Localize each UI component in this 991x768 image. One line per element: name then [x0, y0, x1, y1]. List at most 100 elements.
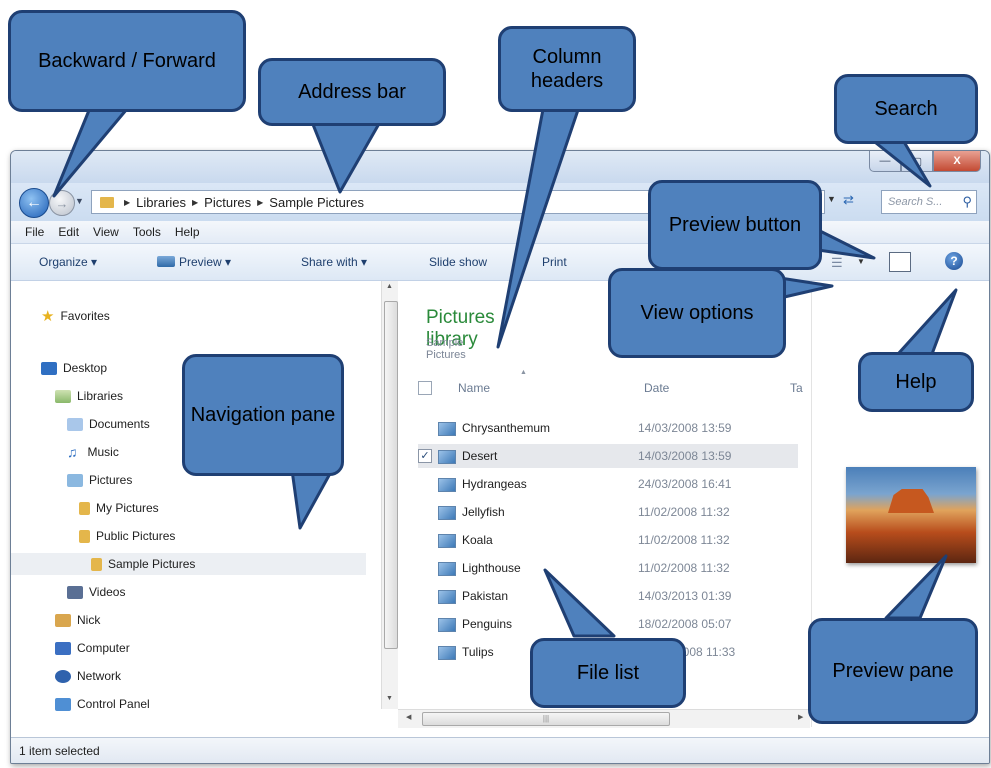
menu-edit[interactable]: Edit — [58, 225, 79, 239]
file-row[interactable]: Koala 11/02/2008 11:32 — [418, 528, 798, 552]
nav-label: Favorites — [60, 309, 110, 323]
breadcrumb-label: Pictures — [204, 194, 252, 210]
help-icon[interactable]: ? — [945, 252, 963, 270]
nav-favorites[interactable]: ★ Favorites — [41, 305, 110, 327]
menu-help[interactable]: Help — [175, 225, 200, 239]
breadcrumb-separator[interactable]: ▶ — [251, 198, 269, 207]
file-name: Pakistan — [462, 589, 509, 603]
search-input[interactable]: Search S... — [882, 196, 962, 208]
breadcrumb-separator[interactable]: ▶ — [122, 198, 136, 207]
breadcrumb-libraries[interactable]: Libraries — [136, 195, 186, 210]
nav-desktop[interactable]: Desktop — [41, 357, 107, 379]
file-list-horizontal-scrollbar[interactable]: ◀ ||| ▶ — [398, 709, 810, 728]
column-header-date[interactable]: Date — [644, 377, 669, 399]
refresh-icon[interactable]: ⇄ — [843, 192, 854, 208]
search-icon[interactable]: ⚲ — [962, 194, 976, 210]
nav-control-panel[interactable]: Control Panel — [55, 693, 150, 715]
recent-pages-dropdown[interactable]: ▼ — [75, 196, 84, 206]
preview-dropdown-button[interactable]: Preview ▾ — [157, 255, 231, 269]
scroll-left-icon[interactable]: ◀ — [406, 713, 411, 721]
breadcrumb-separator[interactable]: ▶ — [186, 198, 204, 207]
chevron-right-icon: ▶ — [192, 197, 199, 207]
nav-nick[interactable]: Nick — [55, 609, 100, 631]
close-button[interactable]: X — [933, 151, 981, 172]
image-file-icon — [438, 506, 456, 520]
pictures-icon — [67, 473, 83, 487]
status-bar: 1 item selected — [11, 737, 989, 763]
file-name: Jellyfish — [462, 505, 505, 519]
nav-label: Documents — [89, 417, 150, 431]
nav-public-pictures[interactable]: Public Pictures — [79, 525, 175, 547]
nav-label: Pictures — [89, 473, 133, 487]
documents-icon — [67, 417, 83, 431]
share-with-button[interactable]: Share with ▾ — [301, 255, 367, 269]
menu-tools[interactable]: Tools — [133, 225, 161, 239]
file-row[interactable]: Pakistan 14/03/2013 01:39 — [418, 584, 798, 608]
column-header-tags[interactable]: Ta — [790, 377, 803, 399]
callout-navigation-pane: Navigation pane — [182, 354, 344, 476]
view-options-icon[interactable]: ☰ — [831, 255, 843, 271]
row-checkbox[interactable]: ✓ — [418, 449, 432, 463]
music-note-icon: ♫ — [67, 444, 78, 460]
file-name: Koala — [462, 533, 493, 547]
nav-libraries[interactable]: Libraries — [55, 385, 123, 407]
file-row[interactable]: Jellyfish 11/02/2008 11:32 — [418, 500, 798, 524]
nav-label: Public Pictures — [96, 529, 176, 543]
view-options-dropdown[interactable]: ▼ — [857, 257, 865, 266]
breadcrumb-sample-pictures[interactable]: Sample Pictures — [269, 195, 364, 210]
caption-buttons: — ▢ X — [869, 151, 981, 173]
nav-my-pictures[interactable]: My Pictures — [79, 497, 159, 519]
search-box[interactable]: Search S... ⚲ — [881, 190, 977, 214]
scrollbar-thumb[interactable]: ||| — [422, 712, 670, 726]
preview-label: Preview ▾ — [179, 255, 232, 269]
nav-documents[interactable]: Documents — [67, 413, 150, 435]
user-icon — [55, 613, 71, 627]
scroll-right-icon[interactable]: ▶ — [798, 713, 803, 721]
nav-music[interactable]: ♫ Music — [67, 441, 119, 463]
callout-preview-button: Preview button — [648, 180, 822, 270]
scroll-down-icon[interactable]: ▼ — [386, 695, 393, 702]
file-row[interactable]: ✓ Desert 14/03/2008 13:59 — [418, 444, 798, 468]
nav-pictures[interactable]: Pictures — [67, 469, 132, 491]
image-file-icon — [438, 618, 456, 632]
breadcrumb-pictures[interactable]: Pictures — [204, 195, 251, 210]
organize-button[interactable]: Organize ▾ — [39, 255, 97, 269]
file-row[interactable]: Chrysanthemum 14/03/2008 13:59 — [418, 416, 798, 440]
file-row[interactable]: Lighthouse 11/02/2008 11:32 — [418, 556, 798, 580]
callout-preview-pane: Preview pane — [808, 618, 978, 724]
picture-icon — [157, 256, 175, 267]
nav-videos[interactable]: Videos — [67, 581, 125, 603]
chevron-right-icon: ▶ — [124, 197, 131, 207]
nav-pane-scrollbar[interactable]: ▲ ▼ — [381, 281, 398, 709]
preview-pane-button[interactable] — [889, 252, 911, 272]
image-file-icon — [438, 590, 456, 604]
file-date: 11/02/2008 11:32 — [638, 561, 730, 575]
file-name: Tulips — [462, 645, 494, 659]
nav-sample-pictures[interactable]: Sample Pictures — [11, 553, 366, 575]
nav-network[interactable]: Network — [55, 665, 121, 687]
scrollbar-thumb[interactable] — [384, 301, 398, 649]
forward-button[interactable]: → — [49, 190, 75, 216]
file-row[interactable]: Penguins 18/02/2008 05:07 — [418, 612, 798, 636]
file-name: Hydrangeas — [462, 477, 527, 491]
select-all-checkbox[interactable] — [418, 381, 432, 395]
column-header-name[interactable]: Name — [458, 377, 490, 399]
computer-icon — [55, 641, 71, 655]
address-dropdown-button[interactable]: ▼ — [827, 194, 836, 204]
file-date: 11/02/2008 11:32 — [638, 505, 730, 519]
file-date: 11/02/2008 11:32 — [638, 533, 730, 547]
navigation-bar: ← → ▼ ▶ Libraries ▶ Pictures ▶ Sample Pi… — [11, 183, 989, 221]
folder-icon — [100, 196, 114, 208]
file-row[interactable]: Hydrangeas 24/03/2008 16:41 — [418, 472, 798, 496]
back-button[interactable]: ← — [19, 188, 49, 218]
minimize-button[interactable]: — — [869, 151, 901, 172]
print-button[interactable]: Print — [542, 255, 567, 269]
menu-view[interactable]: View — [93, 225, 119, 239]
nav-computer[interactable]: Computer — [55, 637, 130, 659]
slide-show-button[interactable]: Slide show — [429, 255, 487, 269]
scroll-up-icon[interactable]: ▲ — [386, 283, 393, 290]
rock-formation — [888, 489, 934, 513]
menu-file[interactable]: File — [25, 225, 44, 239]
title-bar: — ▢ X — [11, 151, 989, 183]
maximize-button[interactable]: ▢ — [901, 151, 933, 172]
